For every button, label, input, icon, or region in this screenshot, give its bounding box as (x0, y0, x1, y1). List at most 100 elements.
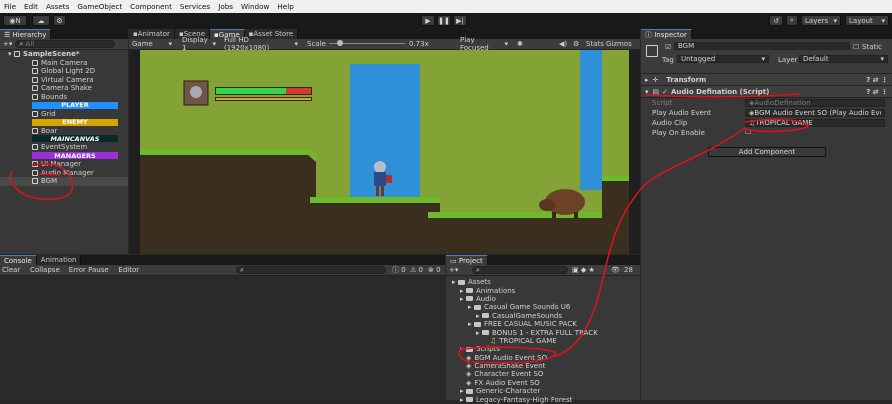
menu-item-services[interactable]: Services (180, 2, 210, 11)
play-on-enable-checkbox[interactable]: ☐ (745, 128, 751, 136)
scale-slider-handle[interactable] (337, 40, 343, 46)
scale-slider[interactable] (329, 40, 405, 46)
field-value[interactable]: ♫ TROPICAL GAME (745, 119, 885, 127)
hierarchy-item[interactable]: Global Light 2D (0, 67, 128, 76)
project-item[interactable]: ▸ Audio (446, 295, 640, 303)
account-button[interactable]: ◉ N (3, 15, 27, 26)
hierarchy-separator[interactable]: ENEMY (32, 118, 118, 126)
project-item[interactable]: ♫ TROPICAL GAME (446, 337, 640, 345)
add-icon[interactable]: +▾ (449, 266, 458, 274)
hierarchy-item[interactable]: Bounds (0, 93, 128, 102)
play-focus-dropdown[interactable]: Play Focused ▾ (457, 36, 511, 52)
component-menu-icon[interactable]: ? ⇄ ⋮ (866, 88, 888, 96)
cloud-button[interactable]: ☁ (32, 15, 50, 26)
console-editor-button[interactable]: Editor (118, 266, 139, 274)
field-value[interactable]: ◈ BGM Audio Event SO (Play Audio Event S… (745, 109, 885, 117)
project-item[interactable]: ▸ CasualGameSounds (446, 312, 640, 320)
filter-icons[interactable]: ▣ ◆ ★ (572, 266, 595, 274)
project-item[interactable]: ◈ BGM Audio Event SO (446, 354, 640, 362)
collab-button[interactable]: ⚙ (53, 15, 66, 26)
search-icon: ⌕ (476, 265, 480, 274)
hierarchy-separator[interactable]: MANAGERS (32, 152, 118, 160)
field-value[interactable]: ◈ AudioDefination (745, 99, 885, 107)
play-button[interactable]: ▶ (421, 15, 435, 26)
project-item[interactable]: ◈ FX Audio Event SO (446, 379, 640, 387)
project-item[interactable]: ◈ CameraShake Event (446, 362, 640, 370)
project-item[interactable]: ◈ Character Event SO (446, 370, 640, 378)
menu-item-window[interactable]: Window (241, 2, 269, 11)
add-component-button[interactable]: Add Component (708, 147, 826, 157)
layers-dropdown[interactable]: Layers ▾ (801, 15, 841, 26)
menu-item-file[interactable]: File (4, 2, 16, 11)
project-item[interactable]: ▸ Animations (446, 286, 640, 295)
hierarchy-item[interactable]: UI Manager (0, 160, 128, 169)
console-clear-button[interactable]: Clear (2, 266, 20, 274)
resolution-dropdown[interactable]: Full HD (1920x1080) ▾ (221, 36, 301, 52)
menu-item-jobs[interactable]: Jobs (218, 2, 233, 11)
field-value-text: BGM Audio Event SO (Play Audio Event SO (754, 109, 881, 117)
hierarchy-item[interactable]: EventSystem (0, 143, 128, 152)
field-label: Audio Clip (652, 119, 688, 127)
hierarchy-separator[interactable]: PLAYER (32, 101, 118, 109)
menu-item-assets[interactable]: Assets (46, 2, 69, 11)
hierarchy-search-input[interactable]: ⌕ All (15, 40, 116, 48)
mute-icon[interactable]: ◀) (559, 40, 567, 48)
hierarchy-item[interactable]: Camera Shake (0, 84, 128, 93)
tab-inspector[interactable]: ⓘ Inspector (641, 29, 692, 39)
step-button[interactable]: ▶| (453, 15, 467, 26)
static-checkbox[interactable]: ☐ (853, 43, 859, 51)
layout-dropdown[interactable]: Layout ▾ (845, 15, 889, 26)
audio-defination-header[interactable]: ▾ ▤ ✓ Audio Defination (Script) ? ⇄ ⋮ (641, 86, 892, 98)
tab-animation[interactable]: Animation (36, 255, 82, 265)
console-search-input[interactable]: ⌕ (236, 266, 386, 274)
project-item[interactable]: ▸ Assets (446, 278, 640, 286)
component-menu-icon[interactable]: ? ⇄ ⋮ (866, 76, 888, 84)
object-name-input[interactable]: BGM (674, 42, 850, 50)
game-viewport[interactable] (140, 50, 629, 254)
hierarchy-item[interactable]: Main Camera (0, 59, 128, 68)
tab-project[interactable]: ▭ Project (446, 255, 488, 265)
search-button[interactable]: ⌕ (786, 15, 798, 26)
project-item[interactable]: ▸ FREE CASUAL MUSIC PACK (446, 320, 640, 328)
tab-hierarchy[interactable]: ☰ Hierarchy (0, 29, 52, 39)
project-item[interactable]: ▸ Generic-Character (446, 387, 640, 395)
info-icon-toggle[interactable]: ⓘ 0 (392, 265, 406, 275)
warning-icon-toggle[interactable]: ⚠ 0 (410, 266, 423, 274)
game-panel: ▪ Animator ▪ Scene ▪ Game ▪ Asset Store Gam… (129, 29, 640, 254)
transform-header[interactable]: ▸ ✛ Transform ? ⇄ ⋮ (641, 74, 892, 86)
tab-animator[interactable]: ▪ Animator (129, 29, 175, 39)
bug-icon[interactable]: ✱ (517, 40, 523, 48)
scene-root[interactable]: ▾ SampleScene* (0, 50, 128, 59)
stats-toggle[interactable]: Stats (586, 40, 604, 48)
active-checkbox[interactable]: ☑ (665, 43, 671, 51)
console-collapse-button[interactable]: Collapse (30, 266, 60, 274)
layer-dropdown[interactable]: Default ▾ (799, 55, 888, 63)
settings-icon[interactable]: ⚙ (573, 40, 579, 48)
display-dropdown[interactable]: Display 1 ▾ (179, 36, 219, 52)
hierarchy-item[interactable]: Audio Manager (0, 169, 128, 178)
error-icon-toggle[interactable]: ⊗ 0 (428, 266, 441, 274)
hierarchy-item[interactable]: Boar (0, 126, 128, 135)
menu-item-gameobject[interactable]: GameObject (77, 2, 122, 11)
game-mode-dropdown[interactable]: Game ▾ (129, 40, 175, 48)
project-item[interactable]: ▸ Casual Game Sounds U6 (446, 303, 640, 311)
menu-item-edit[interactable]: Edit (24, 2, 38, 11)
project-search-input[interactable]: ⌕ (472, 266, 568, 274)
tab-console[interactable]: Console (0, 255, 37, 265)
add-icon[interactable]: +▾ (3, 40, 12, 48)
hierarchy-item[interactable]: BGM (0, 177, 128, 186)
console-error-pause-button[interactable]: Error Pause (69, 266, 109, 274)
pause-button[interactable]: ❚❚ (437, 15, 451, 26)
eye-icon[interactable]: 👁 (611, 266, 620, 274)
hierarchy-separator[interactable]: MAINCANVAS (32, 135, 118, 143)
hierarchy-item[interactable]: Grid (0, 109, 128, 118)
gizmos-dropdown[interactable]: Gizmos (606, 40, 632, 48)
tag-dropdown[interactable]: Untagged ▾ (677, 55, 769, 63)
hierarchy-item[interactable]: Virtual Camera (0, 76, 128, 85)
history-button[interactable]: ↺ (769, 15, 783, 26)
project-item[interactable]: ▸ Scripts (446, 345, 640, 353)
menu-item-component[interactable]: Component (130, 2, 172, 11)
enabled-checkbox[interactable]: ✓ (662, 88, 668, 96)
menu-item-help[interactable]: Help (277, 2, 293, 11)
project-item[interactable]: ▸ BONUS 1 - EXTRA FULL TRACK (446, 328, 640, 337)
